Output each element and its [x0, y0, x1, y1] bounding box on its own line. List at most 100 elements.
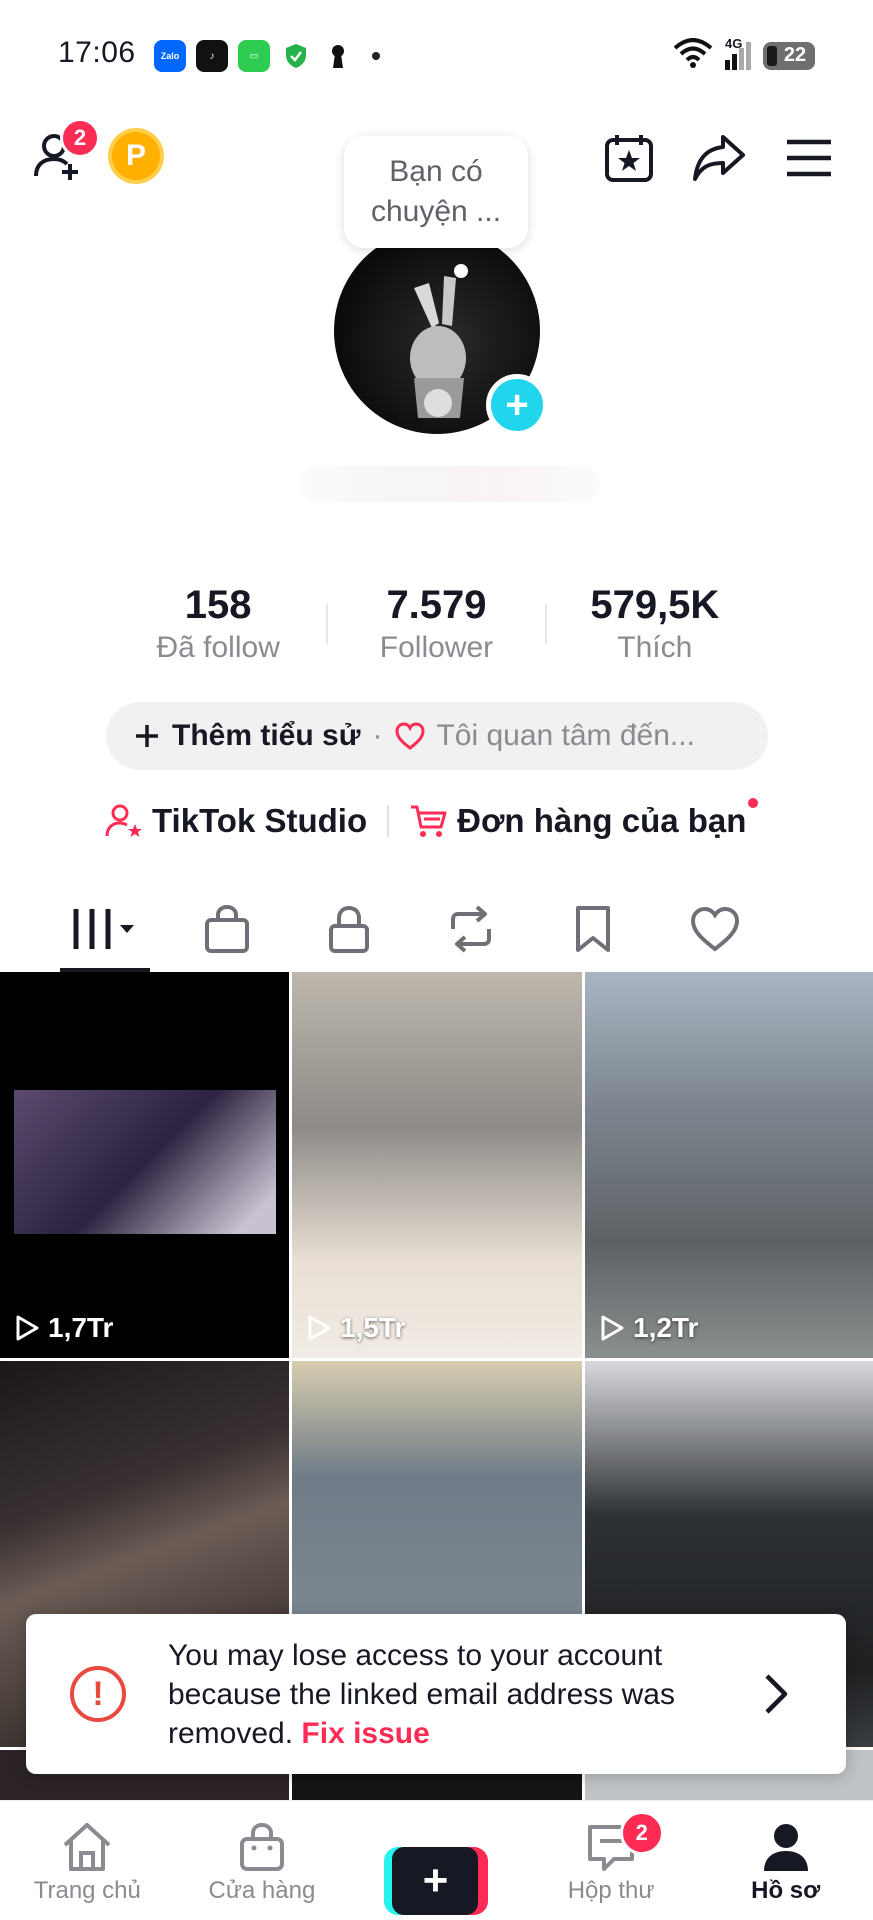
orders-label: Đơn hàng của bạn	[457, 802, 747, 839]
shopping-bag-icon	[205, 904, 249, 953]
create-button[interactable]: +	[384, 1847, 489, 1915]
tab-private[interactable]	[288, 886, 410, 972]
interests-placeholder: Tôi quan tâm đến...	[436, 719, 695, 752]
warning-text: You may lose access to your account beca…	[168, 1636, 758, 1753]
header-right	[601, 130, 837, 186]
profile-tabs	[0, 886, 873, 972]
status-app-icons: Zalo ♪ ▭	[154, 40, 380, 72]
nav-inbox[interactable]: 2 Hộp thư	[524, 1801, 699, 1920]
add-friends-button[interactable]: 2	[30, 118, 100, 184]
calendar-button[interactable]	[601, 130, 657, 186]
chevron-right-icon[interactable]	[752, 1670, 800, 1718]
blurred-username	[300, 466, 600, 502]
status-time: 17:06	[58, 36, 136, 69]
view-count-label: 1,2Tr	[633, 1312, 699, 1343]
friends-badge: 2	[60, 118, 100, 158]
nav-create[interactable]: +	[349, 1801, 524, 1920]
video-thumbnail[interactable]: 1,5Tr	[292, 972, 582, 1358]
cell-signal-icon: 4G	[725, 36, 751, 70]
status-bar: 17:06 Zalo ♪ ▭ 4G 22	[0, 0, 873, 120]
bookmark-icon	[576, 906, 610, 952]
note-bubble[interactable]: Bạn có chuyện ...	[344, 136, 528, 248]
following-label: Đã follow	[156, 631, 280, 664]
profile-links: TikTok Studio Đơn hàng của bạn	[104, 796, 759, 846]
note-bubble-tail	[454, 264, 468, 278]
likes-count: 579,5K	[590, 583, 720, 627]
nav-shop[interactable]: Cửa hàng	[175, 1801, 350, 1920]
coin-icon[interactable]: P	[108, 128, 164, 184]
video-thumbnail[interactable]: 1,7Tr	[0, 972, 289, 1358]
play-icon	[601, 1315, 624, 1341]
tab-reposts[interactable]	[410, 886, 532, 972]
account-warning-banner[interactable]: ! You may lose access to your account be…	[26, 1614, 846, 1774]
view-count: 1,5Tr	[306, 1312, 405, 1344]
repost-icon	[451, 905, 491, 953]
bottom-nav: Trang chủ Cửa hàng + 2 Hộp thư Hồ sơ	[0, 1800, 873, 1920]
video-grid-icon	[73, 909, 134, 949]
profile-stats: 158 Đã follow 7.579 Follower 579,5K Thíc…	[110, 582, 763, 672]
tab-favorites[interactable]	[532, 886, 654, 972]
view-count: 1,2Tr	[599, 1312, 698, 1344]
inbox-badge: 2	[619, 1811, 664, 1855]
interests-button[interactable]: Tôi quan tâm đến...	[394, 719, 695, 753]
tiktok-studio-link[interactable]: TikTok Studio	[104, 802, 367, 840]
header-left: 2 P	[30, 118, 164, 184]
cart-icon	[411, 805, 447, 837]
view-count-label: 1,5Tr	[340, 1312, 406, 1343]
video-thumbnail-image	[14, 1090, 276, 1234]
more-dot-icon	[372, 52, 380, 60]
add-avatar-button[interactable]: +	[486, 374, 548, 436]
likes-stat[interactable]: 579,5K Thích	[547, 582, 763, 668]
following-count: 158	[184, 583, 252, 627]
keyhole-icon	[322, 40, 354, 72]
tiktok-studio-label: TikTok Studio	[152, 802, 368, 839]
play-icon	[308, 1315, 331, 1341]
tab-videos[interactable]	[44, 886, 166, 972]
play-icon	[16, 1315, 39, 1341]
creator-user-icon	[105, 804, 142, 837]
view-count: 1,7Tr	[14, 1312, 113, 1344]
share-button[interactable]	[691, 130, 747, 186]
note-bubble-text: Bạn có chuyện ...	[370, 155, 502, 228]
add-bio-label: Thêm tiểu sử	[172, 719, 361, 752]
nav-inbox-label: Hộp thư	[567, 1877, 655, 1904]
bio-pill: Thêm tiểu sử · Tôi quan tâm đến...	[106, 702, 768, 770]
followers-label: Follower	[379, 631, 494, 664]
share-icon	[693, 135, 745, 181]
nav-profile-label: Hồ sơ	[751, 1877, 821, 1904]
followers-stat[interactable]: 7.579 Follower	[328, 582, 544, 668]
shop-bag-icon	[239, 1822, 284, 1871]
heart-icon	[395, 722, 425, 750]
followers-count: 7.579	[386, 583, 487, 627]
wifi-icon	[673, 38, 713, 73]
orders-notification-dot	[748, 798, 759, 808]
messages-icon: ▭	[238, 40, 270, 72]
lock-icon	[329, 905, 369, 953]
nav-home-label: Trang chủ	[33, 1877, 141, 1904]
heart-outline-icon	[690, 906, 740, 952]
profile-icon	[763, 1824, 808, 1871]
links-divider	[387, 805, 390, 837]
fix-issue-link[interactable]: Fix issue	[301, 1717, 429, 1750]
add-bio-button[interactable]: Thêm tiểu sử	[134, 719, 360, 753]
view-count-label: 1,7Tr	[48, 1312, 114, 1343]
tab-shop[interactable]	[166, 886, 288, 972]
following-stat[interactable]: 158 Đã follow	[110, 582, 326, 668]
orders-link[interactable]: Đơn hàng của bạn	[409, 798, 759, 840]
nav-shop-label: Cửa hàng	[208, 1877, 316, 1904]
hamburger-menu-icon	[787, 139, 831, 177]
create-plus: +	[392, 1847, 479, 1915]
profile-avatar[interactable]: +	[334, 228, 548, 436]
nav-profile[interactable]: Hồ sơ	[698, 1801, 873, 1920]
status-right: 4G 22	[673, 36, 815, 73]
plus-icon	[136, 725, 158, 747]
tiktok-icon: ♪	[196, 40, 228, 72]
bio-separator: ·	[372, 719, 383, 752]
menu-button[interactable]	[781, 130, 837, 186]
shield-icon	[280, 40, 312, 72]
likes-label: Thích	[617, 631, 693, 664]
tab-liked[interactable]	[654, 886, 776, 972]
video-thumbnail[interactable]: 1,2Tr	[585, 972, 873, 1358]
battery-indicator: 22	[763, 41, 815, 70]
nav-home[interactable]: Trang chủ	[0, 1801, 175, 1920]
